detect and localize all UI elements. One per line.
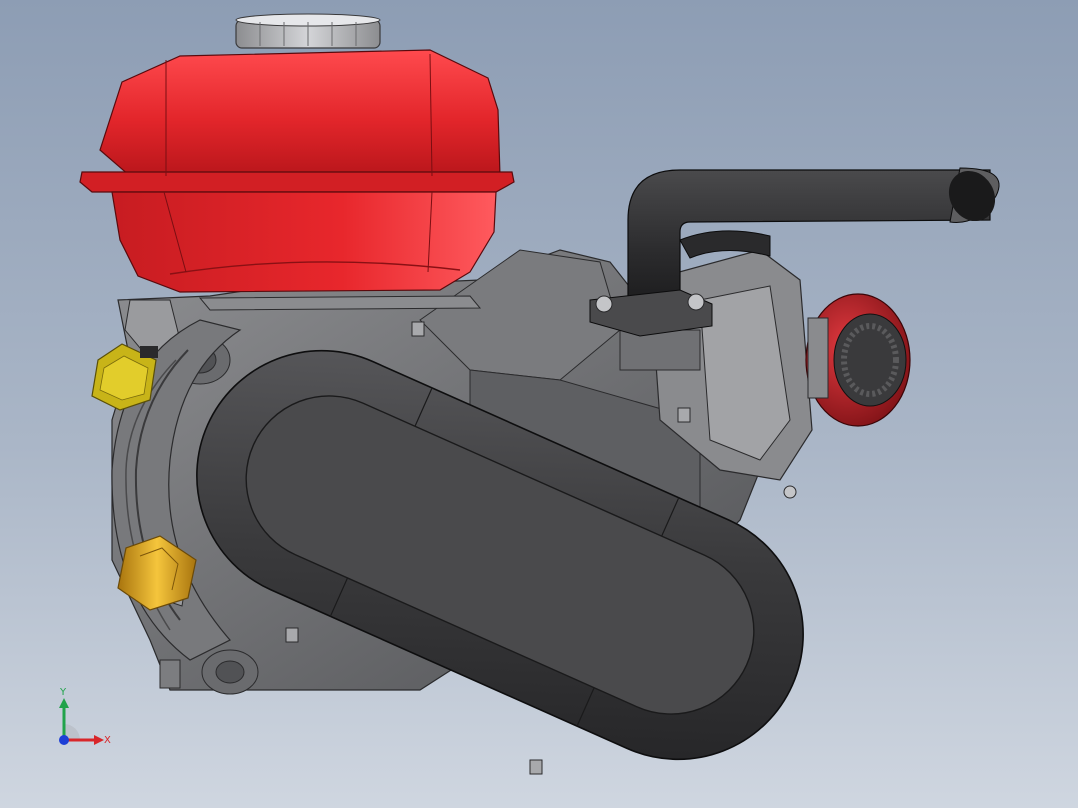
- graphics-viewport[interactable]: Y X: [0, 0, 1078, 808]
- coordinate-triad: Y X: [48, 684, 118, 754]
- engine-3d-model[interactable]: [0, 0, 1078, 808]
- fuel-tank[interactable]: [79, 49, 515, 311]
- triad-x-label: X: [104, 735, 111, 746]
- triad-y-label: Y: [60, 687, 67, 698]
- spark-plug-boot[interactable]: [91, 343, 158, 411]
- air-filter[interactable]: [805, 293, 911, 427]
- fuel-cap[interactable]: [235, 13, 381, 49]
